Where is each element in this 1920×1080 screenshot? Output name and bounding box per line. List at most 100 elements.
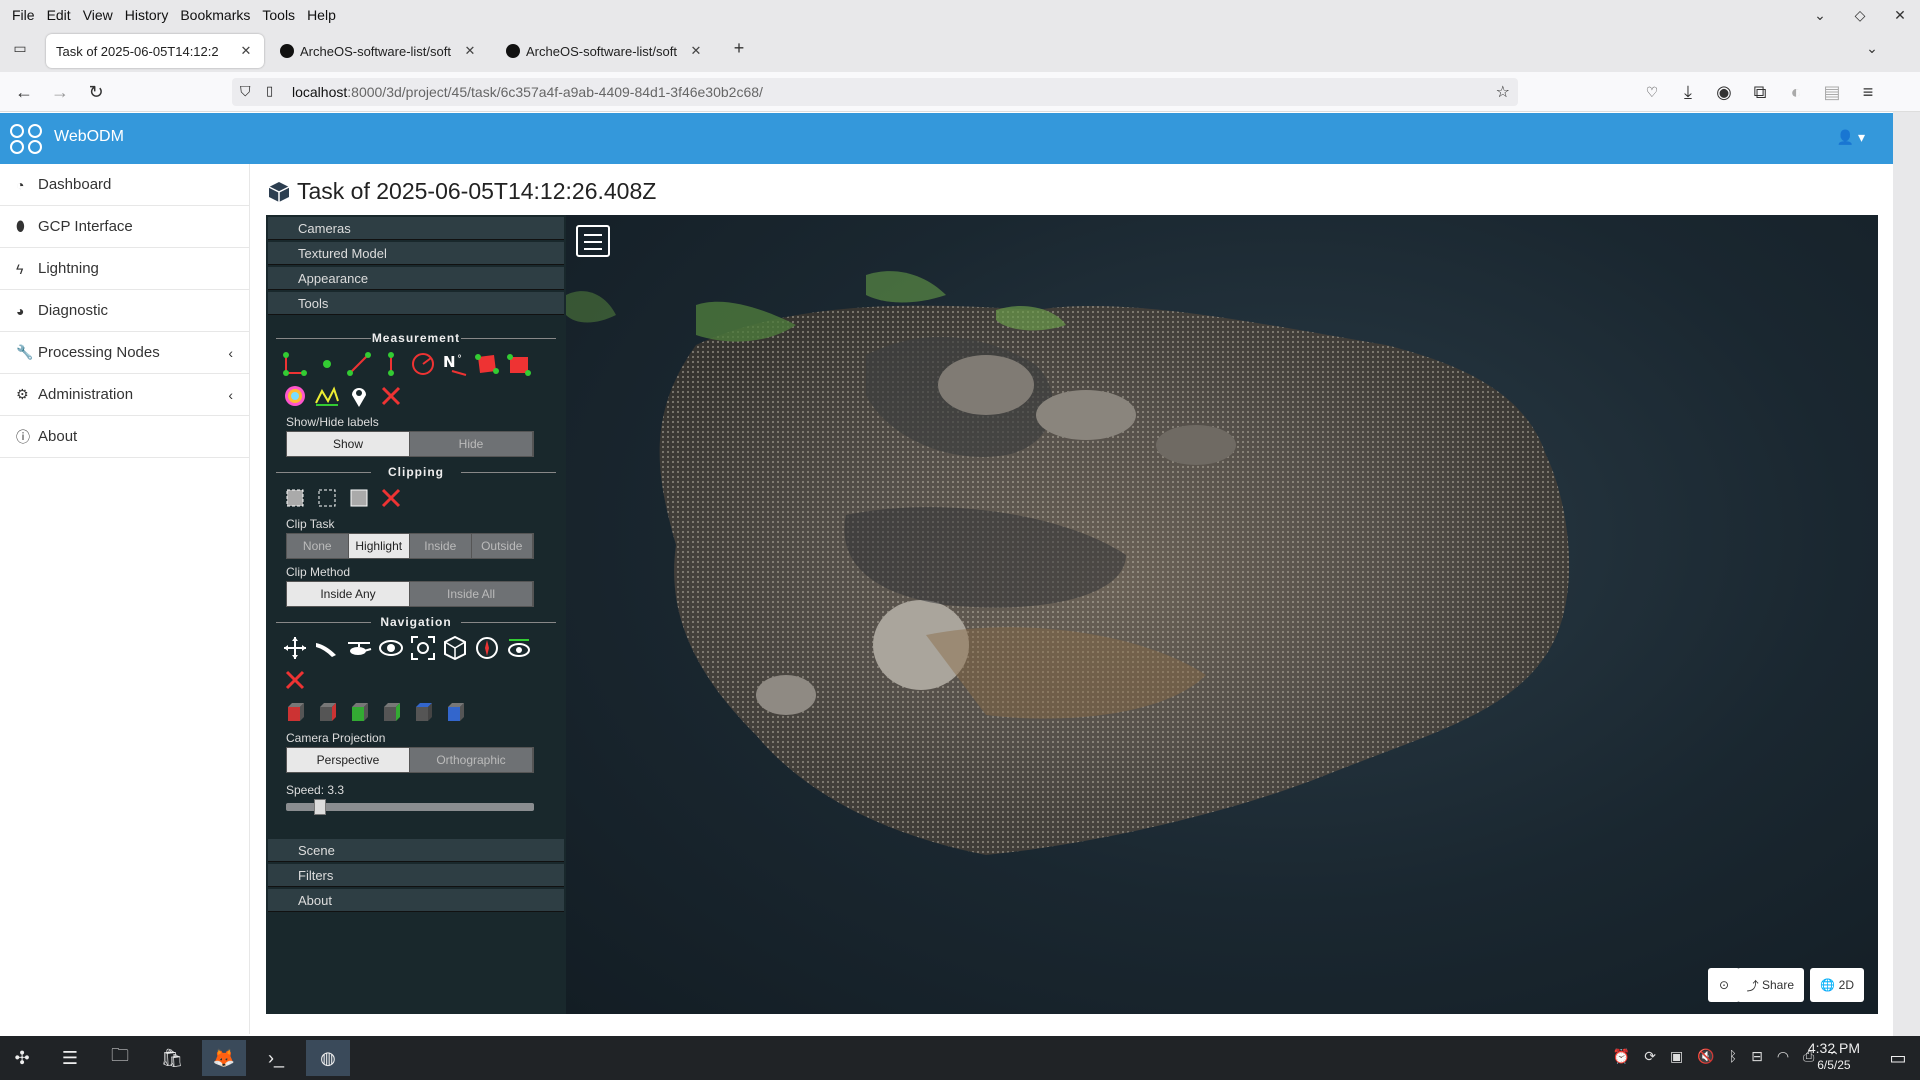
tab-webodm[interactable]: Task of 2025-06-05T14:12:2 ✕ (46, 34, 264, 68)
section-cameras[interactable]: Cameras (268, 217, 564, 240)
tab-github-2[interactable]: ArcheOS-software-list/soft ✕ (496, 34, 714, 68)
sidebar-item-diagnostic[interactable]: ◕ Diagnostic (0, 290, 249, 332)
close-tab-icon[interactable]: ✕ (688, 43, 704, 59)
height-tool-icon[interactable] (378, 351, 404, 377)
section-scene[interactable]: Scene (268, 839, 564, 862)
user-menu-icon[interactable]: 👤 ▾ (1837, 129, 1865, 146)
remove-measurements-icon[interactable] (378, 383, 404, 409)
menu-file[interactable]: File (6, 7, 41, 23)
sidebar-item-dashboard[interactable]: ◔ Dashboard (0, 164, 249, 206)
back-icon[interactable]: ← (12, 80, 36, 104)
bookmark-star-icon[interactable]: ☆ (1496, 82, 1510, 102)
front-view-icon[interactable] (346, 699, 372, 725)
pocket-icon[interactable]: ♡ (1640, 80, 1664, 104)
hide-labels-button[interactable]: Hide (410, 432, 533, 456)
angle-tool-icon[interactable] (282, 351, 308, 377)
shield-icon[interactable]: ⛉ (240, 83, 251, 100)
clip-screen-box-icon[interactable] (346, 485, 372, 511)
firefox-icon[interactable]: 🦊 (202, 1040, 246, 1076)
tab-github-1[interactable]: ArcheOS-software-list/soft ✕ (270, 34, 488, 68)
clip-task-highlight-button[interactable]: Highlight (348, 534, 410, 558)
terminal-icon[interactable]: ›_ (254, 1040, 298, 1076)
account-icon[interactable]: ◉ (1712, 80, 1736, 104)
clip-volume-icon[interactable] (282, 485, 308, 511)
perspective-button[interactable]: Perspective (287, 748, 410, 772)
section-tools[interactable]: Tools (268, 292, 564, 315)
close-tab-icon[interactable]: ✕ (238, 43, 254, 59)
top-view-icon[interactable] (410, 699, 436, 725)
reader-icon[interactable]: ▤ (1820, 80, 1844, 104)
show-desktop-icon[interactable]: ▭ (1876, 1040, 1920, 1076)
left-view-icon[interactable] (282, 699, 308, 725)
right-view-icon[interactable] (314, 699, 340, 725)
launcher-icon[interactable]: ✣ (0, 1040, 44, 1076)
menu-toggle-icon[interactable] (576, 225, 610, 257)
potree-viewer[interactable]: Cameras Textured Model Appearance Tools … (266, 215, 1878, 1014)
app-menu-icon[interactable]: ≡ (1856, 80, 1880, 104)
section-about[interactable]: About (268, 889, 564, 912)
list-tabs-icon[interactable]: ⌄ (1860, 36, 1884, 60)
clip-task-outside-button[interactable]: Outside (471, 534, 533, 558)
sidebar-item-processing-nodes[interactable]: 🔧 Processing Nodes ‹ (0, 332, 249, 374)
downloads-icon[interactable]: ⤓ (1676, 80, 1700, 104)
circle-tool-icon[interactable] (410, 351, 436, 377)
sidebar-item-gcp-interface[interactable]: ⬮ GCP Interface (0, 206, 249, 248)
menu-view[interactable]: View (77, 7, 119, 23)
orthographic-button[interactable]: Orthographic (410, 748, 533, 772)
close-tab-icon[interactable]: ✕ (462, 43, 478, 59)
point-cloud-canvas[interactable] (566, 215, 1878, 1014)
annotation-tool-icon[interactable] (346, 383, 372, 409)
extensions-icon[interactable]: ⧉ (1748, 80, 1772, 104)
helicopter-controls-icon[interactable] (346, 635, 372, 661)
bottom-view-icon[interactable] (442, 699, 468, 725)
clipboard-icon[interactable]: ▣ (1670, 1048, 1683, 1065)
menu-help[interactable]: Help (301, 7, 342, 23)
usb-icon[interactable]: ⊟ (1751, 1048, 1763, 1065)
back-view-icon[interactable] (378, 699, 404, 725)
page-info-icon[interactable]: ▯ (266, 83, 273, 99)
share-button[interactable]: ⤴ Share (1736, 968, 1804, 1002)
app-brand[interactable]: WebODM (54, 128, 124, 146)
new-tab-icon[interactable]: + (727, 36, 751, 60)
app-window-icon[interactable]: ◍ (306, 1040, 350, 1076)
minimize-icon[interactable]: ⌄ (1800, 7, 1840, 24)
clip-task-inside-button[interactable]: Inside (410, 534, 472, 558)
speed-slider[interactable] (286, 799, 534, 815)
forward-icon[interactable]: → (48, 80, 72, 104)
file-manager-icon[interactable]: 🗀 (98, 1040, 142, 1076)
reload-icon[interactable]: ↻ (84, 80, 108, 104)
close-window-icon[interactable]: ✕ (1880, 7, 1920, 24)
volume-muted-icon[interactable]: 🔇 (1697, 1048, 1714, 1065)
clip-task-none-button[interactable]: None (287, 534, 349, 558)
update-icon[interactable]: ⟳ (1644, 1048, 1656, 1065)
menu-bookmarks[interactable]: Bookmarks (174, 7, 256, 23)
area-tool-icon[interactable] (474, 351, 500, 377)
tab-overview-icon[interactable]: ▭ (8, 36, 32, 60)
section-textured-model[interactable]: Textured Model (268, 242, 564, 265)
sidebar-item-administration[interactable]: ⚙ Administration ‹ (0, 374, 249, 416)
clip-method-inside-all-button[interactable]: Inside All (410, 582, 533, 606)
distance-tool-icon[interactable] (346, 351, 372, 377)
section-filters[interactable]: Filters (268, 864, 564, 887)
menu-edit[interactable]: Edit (41, 7, 77, 23)
earth-controls-icon[interactable] (282, 635, 308, 661)
settings-taskbar-icon[interactable]: ☰ (48, 1040, 92, 1076)
alarm-icon[interactable]: ⏰ (1613, 1048, 1630, 1065)
clip-method-inside-any-button[interactable]: Inside Any (287, 582, 410, 606)
focus-icon[interactable] (410, 635, 436, 661)
section-appearance[interactable]: Appearance (268, 267, 564, 290)
wifi-icon[interactable]: ◠ (1777, 1048, 1789, 1065)
point-tool-icon[interactable] (314, 351, 340, 377)
menu-tools[interactable]: Tools (256, 7, 301, 23)
store-icon[interactable]: 🛍 (150, 1040, 194, 1076)
remove-clipping-icon[interactable] (378, 485, 404, 511)
menu-history[interactable]: History (119, 7, 175, 23)
azimuth-tool-icon[interactable]: N ° (442, 351, 468, 377)
camera-animation-icon[interactable] (506, 635, 532, 661)
clock[interactable]: 4:32 PM 6/5/25 (1808, 1040, 1860, 1074)
extension-icon[interactable]: ◐ (1784, 80, 1808, 104)
speed-slider-handle[interactable] (314, 799, 327, 815)
volume-tool-icon[interactable] (506, 351, 532, 377)
compass-icon[interactable] (474, 635, 500, 661)
orbit-controls-icon[interactable] (378, 635, 404, 661)
